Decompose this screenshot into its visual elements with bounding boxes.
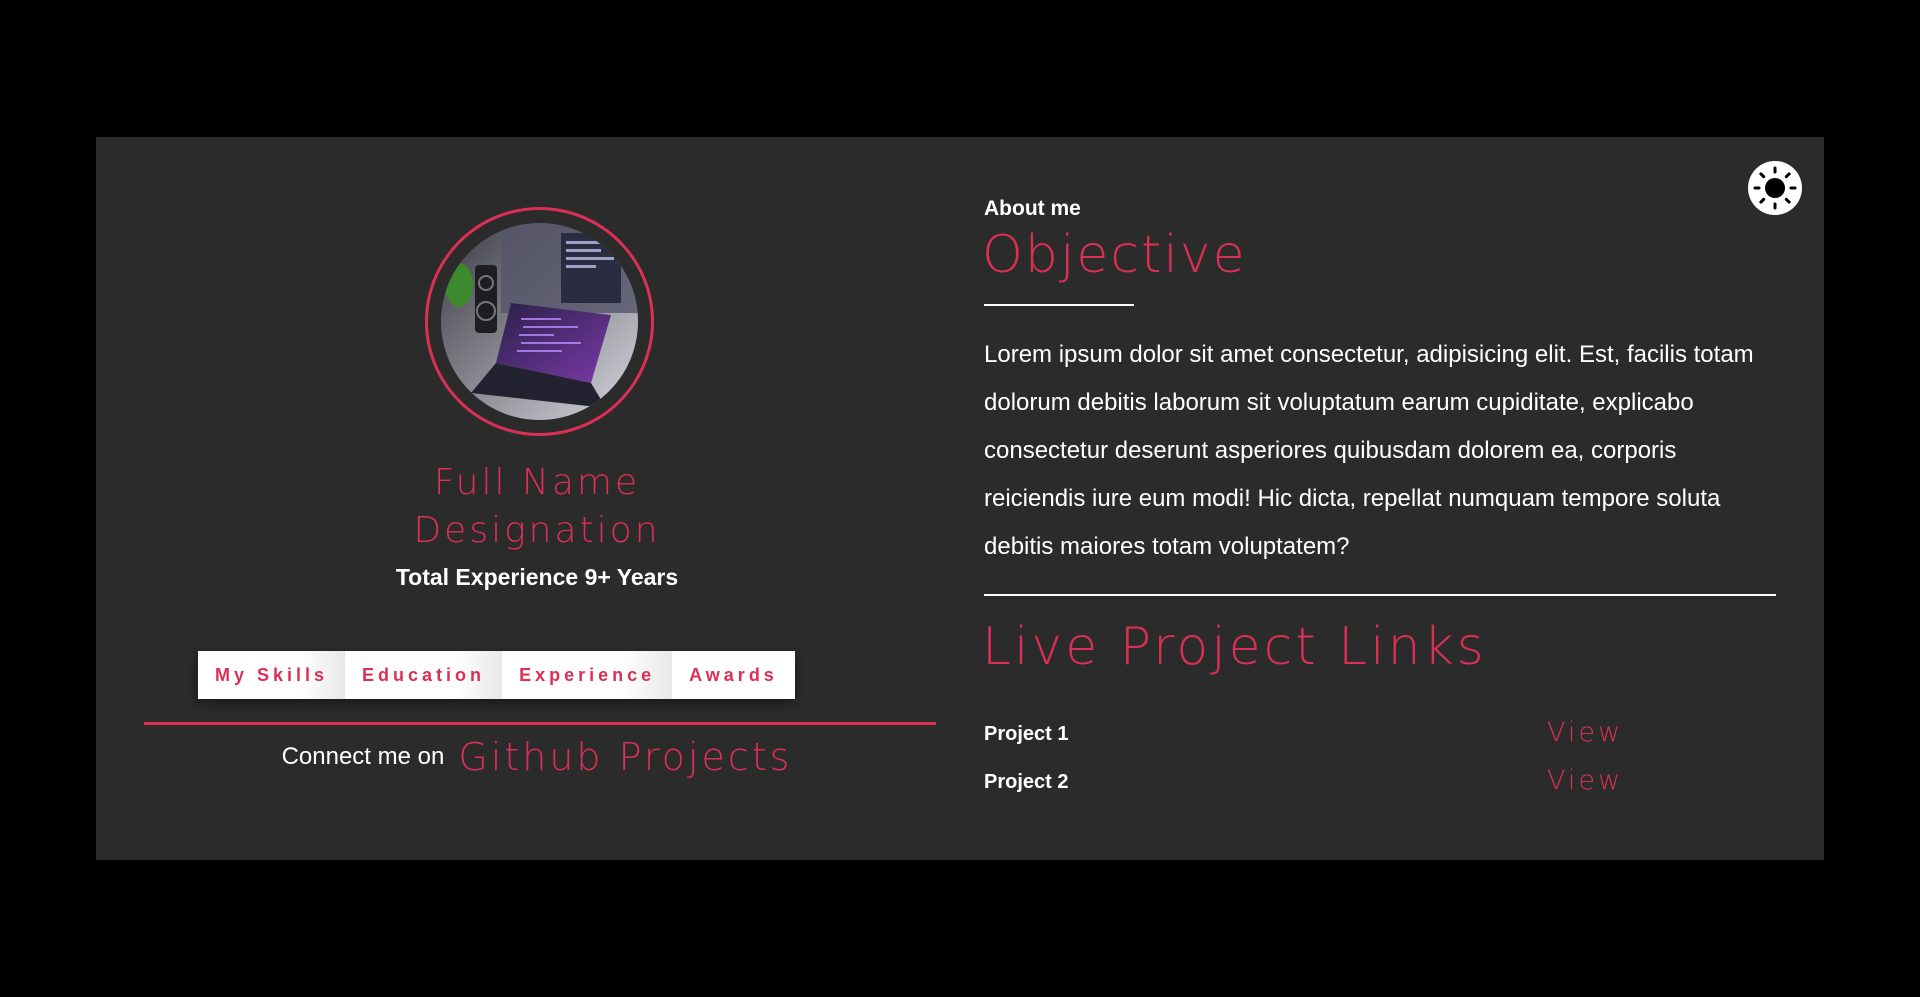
connect-label: Connect me on <box>281 743 445 770</box>
projects-title: Live Project Links <box>982 617 1487 677</box>
section-divider <box>984 594 1776 596</box>
project-name: Project 2 <box>984 771 1069 793</box>
full-name: Full Name <box>433 462 641 503</box>
project-row: Project 2 View <box>984 765 1784 805</box>
connect-row: Connect me on Github Projects <box>96 735 978 779</box>
theme-toggle-button[interactable] <box>1748 161 1802 215</box>
tab-my-skills[interactable]: My Skills <box>198 651 346 699</box>
objective-text: Lorem ipsum dolor sit amet consectetur, … <box>984 341 1754 560</box>
project-view-link[interactable]: View <box>1547 765 1623 796</box>
tab-bar: My Skills Education Experience Awards <box>198 651 795 699</box>
tab-education[interactable]: Education <box>345 651 503 699</box>
avatar-photo <box>441 223 638 420</box>
total-experience: Total Experience 9+ Years <box>395 564 679 590</box>
tab-awards[interactable]: Awards <box>672 651 795 699</box>
objective-underline <box>984 304 1134 306</box>
designation: Designation <box>413 510 661 551</box>
project-row: Project 1 View <box>984 717 1784 757</box>
project-name: Project 1 <box>984 723 1069 745</box>
project-view-link[interactable]: View <box>1547 717 1623 748</box>
tab-experience[interactable]: Experience <box>502 651 673 699</box>
about-label: About me <box>984 197 1081 220</box>
github-projects-link[interactable]: Github Projects <box>458 735 792 779</box>
sun-icon <box>1753 166 1797 210</box>
tabs-divider <box>144 722 936 725</box>
avatar <box>425 207 654 436</box>
profile-card: Full Name Designation Total Experience 9… <box>96 137 1824 860</box>
objective-title: Objective <box>982 225 1247 285</box>
